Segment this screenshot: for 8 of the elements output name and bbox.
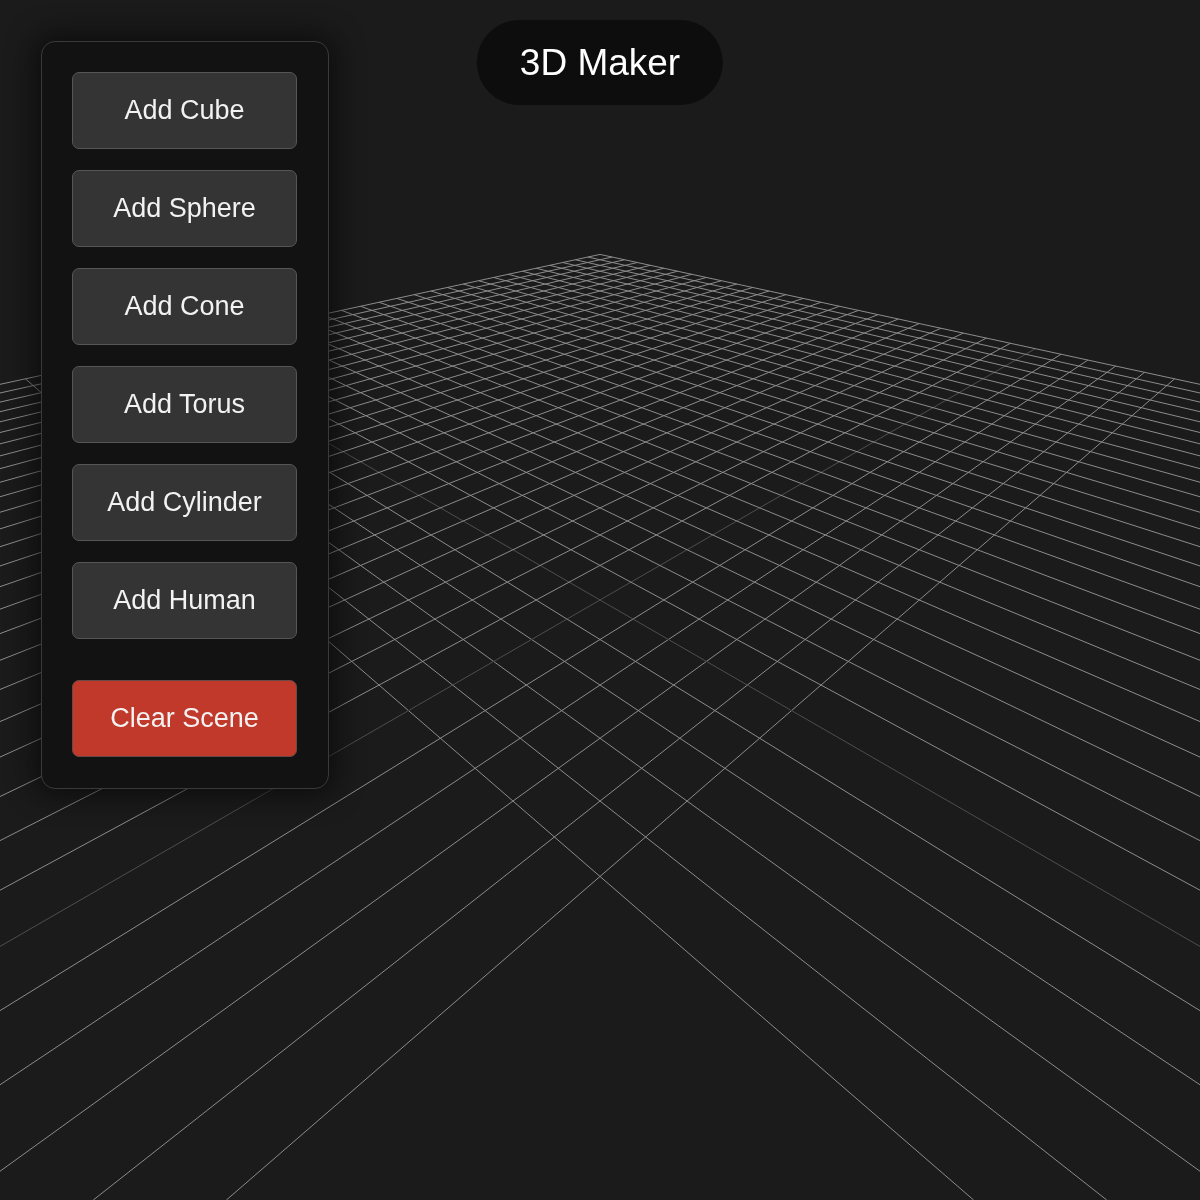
add-shape-button[interactable]: Add Cone [72, 268, 297, 345]
add-shape-button[interactable]: Add Torus [72, 366, 297, 443]
add-shape-button[interactable]: Add Cube [72, 72, 297, 149]
add-shape-button[interactable]: Add Sphere [72, 170, 297, 247]
add-shape-button[interactable]: Add Human [72, 562, 297, 639]
app-title: 3D Maker [476, 20, 724, 105]
clear-scene-button[interactable]: Clear Scene [72, 680, 297, 757]
add-shape-button[interactable]: Add Cylinder [72, 464, 297, 541]
